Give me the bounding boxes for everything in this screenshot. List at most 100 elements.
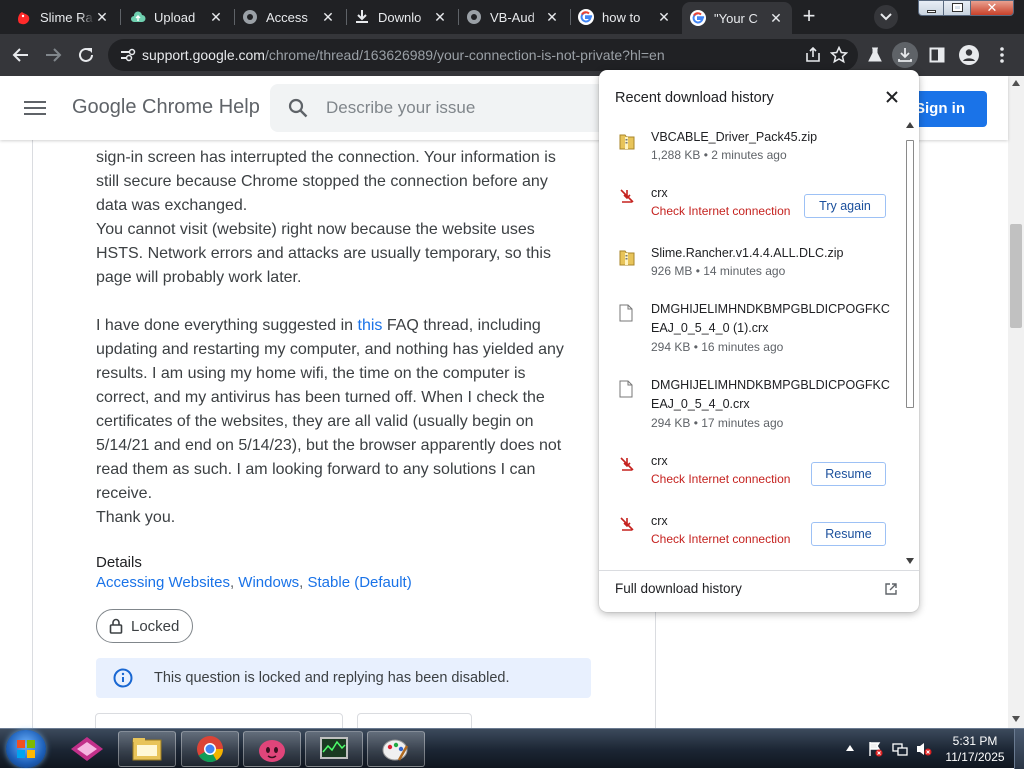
- tab-title: "Your C: [714, 10, 758, 26]
- url-text[interactable]: support.google.com/chrome/thread/1636269…: [142, 47, 665, 63]
- system-clock[interactable]: 5:31 PM 11/17/2025: [940, 733, 1010, 765]
- thread-action-button[interactable]: [357, 713, 472, 728]
- globe-favicon-icon: [242, 9, 258, 25]
- tab-title: Downlo: [378, 9, 422, 25]
- slime-game-icon: [259, 740, 285, 762]
- windows-logo-icon: [17, 740, 35, 758]
- share-icon[interactable]: [805, 47, 821, 63]
- tab-close-icon[interactable]: ✕: [544, 9, 560, 26]
- tab-title: VB-Aud: [490, 9, 535, 25]
- question-text-line: correct, and my antivirus has been turne…: [96, 389, 545, 406]
- question-text-line: 5/14/21 and end on 5/14/23), but the bro…: [96, 437, 562, 454]
- download-status-text: 294 KB • 17 minutes ago: [651, 416, 784, 430]
- labs-button[interactable]: [862, 42, 888, 68]
- taskbar-app[interactable]: [181, 731, 239, 767]
- browser-tab[interactable]: Downlo ✕: [346, 2, 456, 32]
- address-bar[interactable]: support.google.com/chrome/thread/1636269…: [108, 39, 858, 71]
- taskbar-app[interactable]: [58, 731, 116, 767]
- minimize-button[interactable]: [918, 0, 944, 16]
- browser-tab[interactable]: "Your C ✕: [682, 2, 792, 34]
- question-paragraph-1: sign-in screen has interrupted the conne…: [96, 146, 596, 290]
- download-status-text: 926 MB • 14 minutes ago: [651, 264, 786, 278]
- zip-archive-icon: [619, 132, 635, 150]
- download-failed-icon: [619, 188, 635, 206]
- start-button[interactable]: [6, 730, 46, 768]
- download-failed-icon: [619, 456, 635, 474]
- full-download-history-link[interactable]: Full download history: [599, 570, 919, 612]
- arrow-right-icon: [46, 48, 62, 62]
- scroll-down-arrow-icon[interactable]: [1012, 716, 1020, 722]
- forward-button[interactable]: [40, 42, 66, 68]
- details-link-windows[interactable]: Windows: [238, 574, 299, 591]
- resume-button[interactable]: Resume: [811, 462, 886, 486]
- paint-icon: [382, 739, 409, 761]
- back-button[interactable]: [8, 42, 34, 68]
- show-hidden-icons-icon[interactable]: [846, 745, 854, 751]
- tab-search-button[interactable]: [874, 5, 898, 29]
- question-text-line: sign-in screen has interrupted the conne…: [96, 149, 556, 166]
- scroll-down-arrow-icon[interactable]: [906, 558, 914, 564]
- cloud-favicon-icon: [130, 9, 146, 25]
- chrome-menu-button[interactable]: [989, 42, 1015, 68]
- question-text-line: results. I am using my home wifi, the ti…: [96, 365, 526, 382]
- question-text-line: data was exchanged.: [96, 197, 248, 214]
- help-center-title[interactable]: Google Chrome Help: [72, 96, 260, 119]
- browser-tab[interactable]: how to ✕: [570, 2, 680, 32]
- side-panel-button[interactable]: [924, 42, 950, 68]
- bookmark-star-icon[interactable]: [830, 46, 848, 64]
- restore-button[interactable]: [943, 0, 971, 16]
- browser-tab[interactable]: VB-Aud ✕: [458, 2, 568, 32]
- tab-title: Upload: [154, 9, 196, 25]
- new-tab-button[interactable]: +: [798, 5, 820, 28]
- taskbar-app[interactable]: [367, 731, 425, 767]
- close-window-button[interactable]: ✕: [970, 0, 1014, 16]
- help-search-box[interactable]: Describe your issue: [270, 84, 610, 132]
- scroll-up-arrow-icon[interactable]: [1012, 80, 1020, 86]
- question-text-line: read them as such. I am looking forward …: [96, 461, 536, 478]
- browser-tab[interactable]: Slime Ra ✕: [8, 2, 118, 32]
- taskbar-app[interactable]: [305, 731, 363, 767]
- google-favicon-icon: [578, 9, 594, 25]
- download-icon: [898, 48, 912, 62]
- hamburger-menu-icon[interactable]: [24, 98, 46, 118]
- details-link-accessing-websites[interactable]: Accessing Websites: [96, 574, 230, 591]
- download-list-scrollbar-thumb[interactable]: [906, 140, 914, 408]
- try-again-button[interactable]: Try again: [804, 194, 886, 218]
- taskbar-app[interactable]: [118, 731, 176, 767]
- avatar-icon: [959, 45, 979, 65]
- tab-close-icon[interactable]: ✕: [768, 10, 784, 27]
- thread-action-button[interactable]: [95, 713, 343, 728]
- network-icon[interactable]: [891, 741, 909, 757]
- reload-button[interactable]: [73, 42, 99, 68]
- tab-close-icon[interactable]: ✕: [656, 9, 672, 26]
- youtube-favicon-icon: [16, 9, 32, 25]
- browser-tab[interactable]: Upload ✕: [122, 2, 232, 32]
- details-link-stable[interactable]: Stable (Default): [308, 574, 412, 591]
- volume-muted-icon[interactable]: [915, 741, 933, 757]
- tab-close-icon[interactable]: ✕: [320, 9, 336, 26]
- tab-close-icon[interactable]: ✕: [94, 9, 110, 26]
- action-center-flag-icon[interactable]: [867, 741, 883, 757]
- scroll-up-arrow-icon[interactable]: [906, 122, 914, 128]
- taskbar-app[interactable]: [243, 731, 301, 767]
- profile-button[interactable]: [956, 42, 982, 68]
- search-placeholder: Describe your issue: [326, 98, 476, 117]
- downloads-button[interactable]: [892, 42, 918, 68]
- page-scrollbar-thumb[interactable]: [1010, 224, 1022, 328]
- show-desktop-button[interactable]: [1014, 729, 1024, 769]
- tab-close-icon[interactable]: ✕: [208, 9, 224, 26]
- download-bubble-close-button[interactable]: [882, 88, 902, 108]
- faq-thread-link[interactable]: this: [358, 317, 383, 334]
- zip-archive-icon: [619, 248, 635, 266]
- search-icon: [288, 98, 308, 118]
- page-scrollbar[interactable]: [1008, 76, 1024, 728]
- windows-taskbar: 5:31 PM 11/17/2025: [0, 728, 1024, 769]
- side-panel-icon: [929, 47, 945, 63]
- download-list-scrollbar[interactable]: [903, 122, 917, 570]
- download-bubble: Recent download history VBCABLE_Driver_P…: [599, 70, 919, 612]
- browser-tab[interactable]: Access ✕: [234, 2, 344, 32]
- download-favicon-icon: [354, 9, 370, 25]
- resume-button[interactable]: Resume: [811, 522, 886, 546]
- tab-close-icon[interactable]: ✕: [432, 9, 448, 26]
- site-settings-icon[interactable]: [120, 48, 136, 62]
